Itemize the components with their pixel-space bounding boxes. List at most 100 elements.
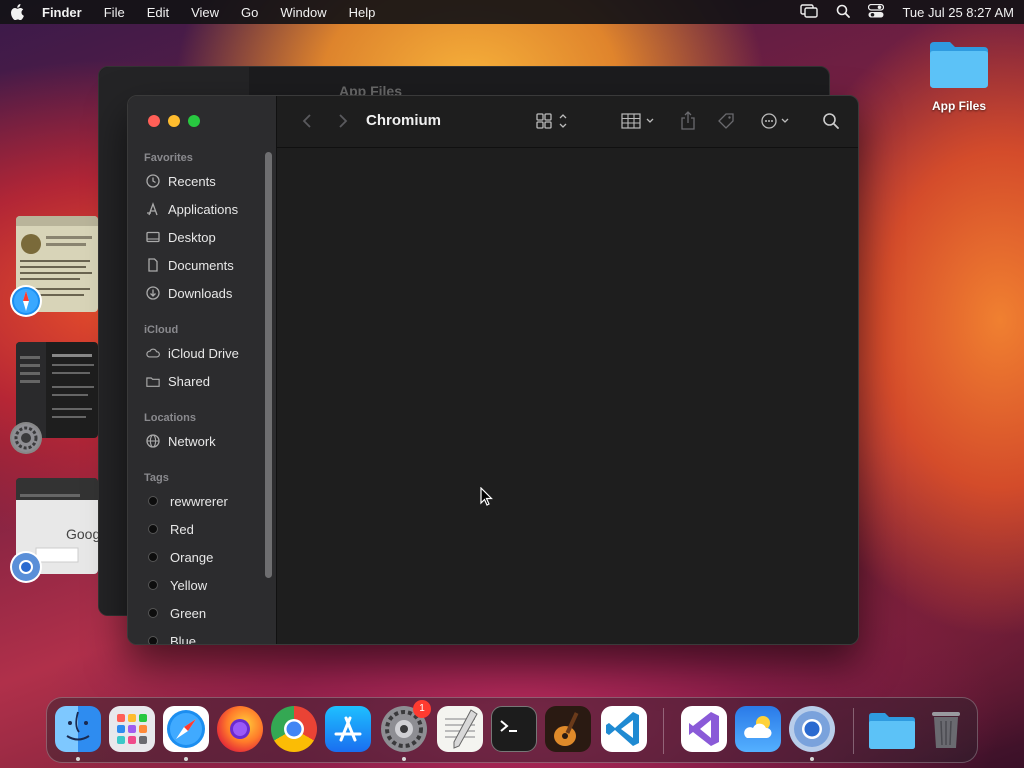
tag-button[interactable]: [715, 110, 737, 132]
sidebar-item-label: Green: [170, 605, 207, 621]
clock-icon: [146, 174, 160, 188]
more-actions-button[interactable]: [759, 110, 795, 132]
sidebar-tag-orange[interactable]: Orange: [146, 546, 213, 568]
dock-system-settings-icon[interactable]: 1: [381, 700, 431, 752]
finder-sidebar: Favorites Recents Applications Desktop D…: [128, 96, 277, 644]
menu-window[interactable]: Window: [280, 5, 326, 20]
tag-dot-icon: [148, 636, 158, 644]
sidebar-item-icloud-drive[interactable]: iCloud Drive: [146, 342, 239, 364]
menu-edit[interactable]: Edit: [147, 5, 169, 20]
dock-chrome-icon[interactable]: [271, 706, 317, 752]
dock-visual-studio-icon[interactable]: [681, 706, 727, 752]
safari-icon[interactable]: [10, 285, 42, 317]
running-indicator: [184, 757, 188, 761]
window-controls: [148, 115, 200, 127]
sidebar-item-label: Documents: [168, 257, 234, 273]
sidebar-item-desktop[interactable]: Desktop: [146, 226, 216, 248]
minimize-button[interactable]: [168, 115, 180, 127]
search-icon: [823, 113, 839, 129]
sidebar-tag-blue[interactable]: Blue: [146, 630, 197, 645]
menu-finder[interactable]: Finder: [42, 5, 82, 20]
sidebar-item-label: Shared: [168, 373, 210, 389]
screen-mirroring-icon[interactable]: [800, 3, 819, 21]
icon-grid-view-icon: [536, 113, 567, 129]
sidebar-tag-red[interactable]: Red: [146, 518, 194, 540]
dock-firefox-icon[interactable]: [217, 706, 263, 752]
view-mode-button[interactable]: [533, 110, 573, 132]
desktop-folder-label: App Files: [931, 99, 986, 113]
dock-separator: [853, 708, 854, 754]
applications-icon: [146, 202, 160, 216]
dock-weather-icon[interactable]: [735, 706, 781, 752]
menu-help[interactable]: Help: [349, 5, 376, 20]
apple-menu-icon[interactable]: [10, 4, 24, 20]
desktop-icon: [146, 230, 160, 244]
sidebar-item-documents[interactable]: Documents: [146, 254, 234, 276]
cloud-icon: [146, 346, 160, 360]
download-icon: [146, 286, 160, 300]
chromium-icon[interactable]: [10, 551, 42, 583]
sidebar-item-label: Recents: [168, 173, 216, 189]
dock-trash-icon[interactable]: [923, 706, 969, 752]
sidebar-item-downloads[interactable]: Downloads: [146, 282, 232, 304]
dock-textedit-icon[interactable]: [437, 706, 483, 752]
dock-finder-icon[interactable]: [55, 706, 101, 752]
menu-clock[interactable]: Tue Jul 25 8:27 AM: [902, 5, 1014, 20]
chevron-right-icon: [339, 114, 348, 128]
zoom-button[interactable]: [188, 115, 200, 127]
sidebar-tag-green[interactable]: Green: [146, 602, 206, 624]
desktop-folder-app-files[interactable]: App Files: [920, 38, 998, 113]
finder-window[interactable]: Favorites Recents Applications Desktop D…: [127, 95, 859, 645]
sidebar-tag-yellow[interactable]: Yellow: [146, 574, 207, 596]
window-title: Chromium: [366, 112, 441, 129]
sidebar-header-locations: Locations: [144, 412, 196, 424]
search-button[interactable]: [819, 110, 843, 132]
back-button[interactable]: [297, 110, 317, 132]
tag-dot-icon: [148, 496, 158, 506]
finder-content-area[interactable]: [277, 149, 858, 644]
dock-separator: [663, 708, 664, 754]
tag-dot-icon: [148, 608, 158, 618]
dock-garageband-icon[interactable]: [545, 706, 591, 752]
sidebar-item-label: Desktop: [168, 229, 216, 245]
sidebar-item-label: iCloud Drive: [168, 345, 239, 361]
dock-terminal-icon[interactable]: [491, 706, 537, 752]
sidebar-tag-rewwrerer[interactable]: rewwrerer: [146, 490, 228, 512]
dock-chromium-icon[interactable]: [789, 706, 835, 752]
control-center-icon[interactable]: [868, 3, 885, 21]
tag-dot-icon: [148, 580, 158, 590]
group-by-icon: [621, 113, 654, 129]
close-button[interactable]: [148, 115, 160, 127]
sidebar-item-shared[interactable]: Shared: [146, 370, 210, 392]
mouse-pointer-icon: [480, 486, 494, 512]
sidebar-item-label: Blue: [170, 633, 197, 645]
folder-icon: [930, 42, 988, 88]
share-button[interactable]: [677, 110, 699, 132]
document-icon: [146, 258, 160, 272]
sidebar-item-recents[interactable]: Recents: [146, 170, 216, 192]
tag-dot-icon: [148, 552, 158, 562]
dock-safari-icon[interactable]: [163, 706, 209, 752]
running-indicator: [76, 757, 80, 761]
menu-view[interactable]: View: [191, 5, 219, 20]
group-button[interactable]: [619, 110, 659, 132]
tag-icon: [718, 113, 734, 129]
sidebar-item-applications[interactable]: Applications: [146, 198, 238, 220]
dock-folder-icon[interactable]: [867, 706, 915, 752]
forward-button[interactable]: [333, 110, 353, 132]
sidebar-header-tags: Tags: [144, 472, 169, 484]
dock-app-store-icon[interactable]: [325, 706, 371, 752]
running-indicator: [810, 757, 814, 761]
sidebar-item-label: Downloads: [168, 285, 233, 301]
sidebar-scrollbar[interactable]: [265, 152, 272, 578]
system-settings-icon[interactable]: [10, 422, 42, 454]
spotlight-search-icon[interactable]: [836, 4, 851, 21]
menu-file[interactable]: File: [104, 5, 125, 20]
ellipsis-circle-icon: [761, 113, 789, 129]
dock-vscode-icon[interactable]: [601, 706, 647, 752]
sidebar-item-network[interactable]: Network: [146, 430, 216, 452]
sidebar-item-label: Orange: [170, 549, 214, 565]
dock-launchpad-icon[interactable]: [109, 706, 155, 752]
menu-go[interactable]: Go: [241, 5, 258, 20]
sidebar-header-favorites: Favorites: [144, 152, 193, 164]
